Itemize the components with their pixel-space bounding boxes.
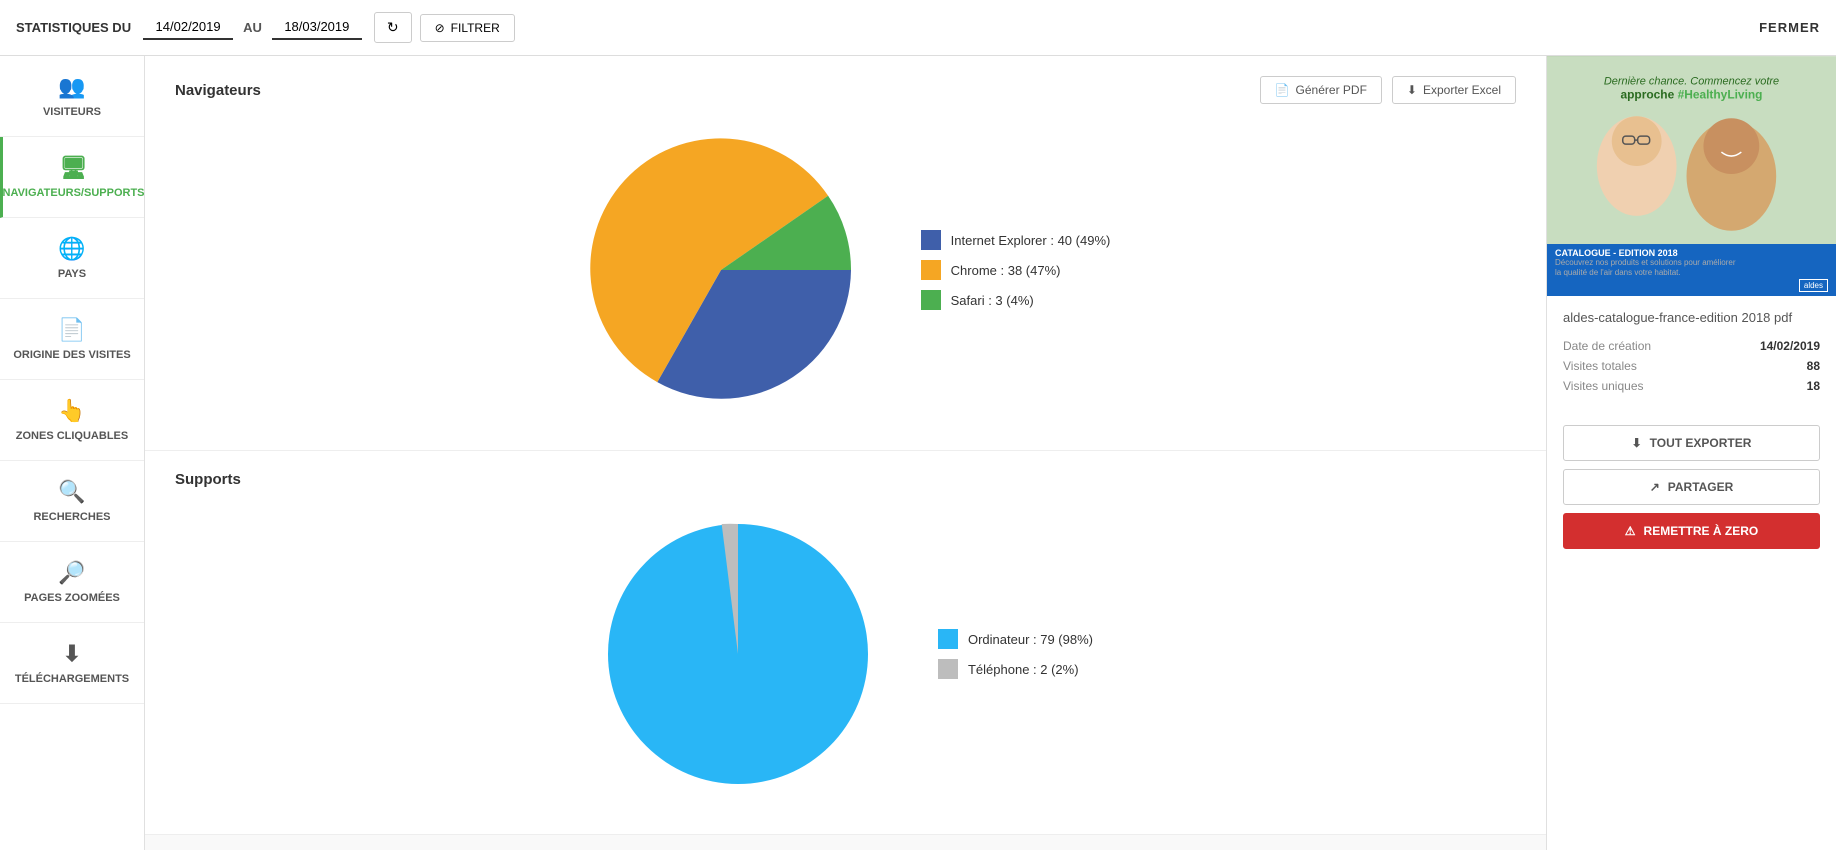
date-creation-value: 14/02/2019: [1760, 339, 1820, 353]
navigateurs-actions: 📄 Générer PDF ⬇ Exporter Excel: [1260, 76, 1516, 104]
svg-text:Dernière chance. Commencez vot: Dernière chance. Commencez votre: [1604, 75, 1779, 87]
sidebar-label-telechargements: TÉLÉCHARGEMENTS: [15, 673, 129, 685]
legend-item-telephone: Téléphone : 2 (2%): [938, 659, 1093, 679]
catalog-edition-label: CATALOGUE - EDITION 2018: [1555, 248, 1828, 258]
generer-pdf-label: Générer PDF: [1296, 83, 1367, 97]
supports-pie-chart: [598, 514, 878, 794]
sidebar-label-zones: ZONES CLIQUABLES: [16, 430, 128, 442]
refresh-button[interactable]: ↻: [374, 12, 412, 43]
share-icon: ↗: [1650, 480, 1660, 494]
sidebar-item-recherches[interactable]: 🔍 RECHERCHES: [0, 461, 144, 542]
monitor-icon: 🖥: [60, 155, 88, 181]
partager-label: PARTAGER: [1668, 480, 1734, 494]
sidebar-label-origine: ORIGINE DES VISITES: [13, 349, 130, 361]
sidebar-label-pays: PAYS: [58, 268, 86, 280]
navigateurs-section: Navigateurs 📄 Générer PDF ⬇ Exporter Exc…: [145, 56, 1546, 451]
legend-color-ordinateur: [938, 629, 958, 649]
meta-visites-totales: Visites totales 88: [1563, 359, 1820, 373]
cursor-icon: 👆: [58, 398, 85, 424]
navigateurs-title: Navigateurs: [175, 82, 261, 99]
warning-icon: ⚠: [1625, 524, 1636, 538]
right-panel: Dernière chance. Commencez votre approch…: [1546, 56, 1836, 850]
legend-item-ie: Internet Explorer : 40 (49%): [921, 230, 1111, 250]
date-creation-label: Date de création: [1563, 339, 1651, 353]
top-bar: STATISTIQUES DU AU ↻ ⊘ FILTRER FERMER: [0, 0, 1836, 56]
filter-button[interactable]: ⊘ FILTRER: [420, 14, 515, 42]
supports-legend: Ordinateur : 79 (98%) Téléphone : 2 (2%): [938, 629, 1093, 679]
legend-color-chrome: [921, 260, 941, 280]
sidebar-item-origine[interactable]: 📄 ORIGINE DES VISITES: [0, 299, 144, 380]
legend-item-safari: Safari : 3 (4%): [921, 290, 1111, 310]
supports-chart-area: Ordinateur : 79 (98%) Téléphone : 2 (2%): [175, 504, 1516, 814]
remettre-zero-label: REMETTRE À ZERO: [1644, 524, 1759, 538]
sidebar-item-visiteurs[interactable]: 👥 VISITEURS: [0, 56, 144, 137]
filter-icon: ⊘: [435, 21, 445, 35]
remettre-zero-button[interactable]: ⚠ REMETTRE À ZERO: [1563, 513, 1820, 549]
navigateurs-header: Navigateurs 📄 Générer PDF ⬇ Exporter Exc…: [175, 76, 1516, 104]
svg-text:approche #HealthyLiving: approche #HealthyLiving: [1621, 87, 1763, 101]
date-from-input[interactable]: [143, 15, 233, 40]
visitors-icon: 👥: [58, 74, 85, 100]
legend-color-safari: [921, 290, 941, 310]
filter-label: FILTRER: [451, 21, 500, 35]
legend-label-chrome: Chrome : 38 (47%): [951, 263, 1061, 278]
close-button[interactable]: FERMER: [1759, 20, 1820, 35]
excel-icon: ⬇: [1407, 83, 1417, 97]
sidebar: 👥 VISITEURS 🖥 NAVIGATEURS/SUPPORTS 🌐 PAY…: [0, 56, 145, 850]
sidebar-label-navigateurs: NAVIGATEURS/SUPPORTS: [3, 187, 145, 199]
catalog-title: aldes-catalogue-france-edition 2018 pdf: [1563, 310, 1820, 325]
sidebar-item-telechargements[interactable]: ⬇ TÉLÉCHARGEMENTS: [0, 623, 144, 704]
globe-icon: 🌐: [58, 236, 85, 262]
legend-label-ie: Internet Explorer : 40 (49%): [951, 233, 1111, 248]
document-icon: 📄: [58, 317, 85, 343]
legend-label-safari: Safari : 3 (4%): [951, 293, 1034, 308]
pdf-icon: 📄: [1275, 83, 1290, 97]
navigateurs-legend: Internet Explorer : 40 (49%) Chrome : 38…: [921, 230, 1111, 310]
visites-uniques-value: 18: [1807, 379, 1820, 393]
legend-item-chrome: Chrome : 38 (47%): [921, 260, 1111, 280]
meta-date-creation: Date de création 14/02/2019: [1563, 339, 1820, 353]
tout-exporter-button[interactable]: ⬇ TOUT EXPORTER: [1563, 425, 1820, 461]
navigateurs-chart-area: Internet Explorer : 40 (49%) Chrome : 38…: [175, 120, 1516, 430]
sidebar-label-visiteurs: VISITEURS: [43, 106, 101, 118]
catalog-meta: Date de création 14/02/2019 Visites tota…: [1563, 339, 1820, 393]
sidebar-item-navigateurs[interactable]: 🖥 NAVIGATEURS/SUPPORTS: [0, 137, 144, 218]
sidebar-item-pages[interactable]: 🔎 PAGES ZOOMÉES: [0, 542, 144, 623]
date-to-input[interactable]: [272, 15, 362, 40]
sidebar-label-pages: PAGES ZOOMÉES: [24, 592, 120, 604]
visites-totales-label: Visites totales: [1563, 359, 1637, 373]
sidebar-item-zones[interactable]: 👆 ZONES CLIQUABLES: [0, 380, 144, 461]
legend-label-telephone: Téléphone : 2 (2%): [968, 662, 1079, 677]
main-content: Navigateurs 📄 Générer PDF ⬇ Exporter Exc…: [145, 56, 1546, 850]
supports-title: Supports: [175, 471, 241, 488]
generer-pdf-button[interactable]: 📄 Générer PDF: [1260, 76, 1382, 104]
navigateurs-pie-chart: [581, 130, 861, 410]
search-icon: 🔍: [58, 479, 85, 505]
partager-button[interactable]: ↗ PARTAGER: [1563, 469, 1820, 505]
catalog-image: Dernière chance. Commencez votre approch…: [1547, 56, 1836, 296]
legend-item-ordinateur: Ordinateur : 79 (98%): [938, 629, 1093, 649]
export-icon: ⬇: [1632, 436, 1642, 450]
tout-exporter-label: TOUT EXPORTER: [1650, 436, 1752, 450]
main-layout: 👥 VISITEURS 🖥 NAVIGATEURS/SUPPORTS 🌐 PAY…: [0, 56, 1836, 850]
exporter-excel-label: Exporter Excel: [1423, 83, 1501, 97]
download-icon: ⬇: [63, 641, 81, 667]
visites-totales-value: 88: [1807, 359, 1820, 373]
supports-section: Supports Ordinateur : 79 (: [145, 451, 1546, 835]
date-separator: AU: [243, 20, 262, 35]
sidebar-item-pays[interactable]: 🌐 PAYS: [0, 218, 144, 299]
catalog-info: aldes-catalogue-france-edition 2018 pdf …: [1547, 296, 1836, 421]
zoom-icon: 🔎: [58, 560, 85, 586]
exporter-excel-button[interactable]: ⬇ Exporter Excel: [1392, 76, 1516, 104]
sidebar-label-recherches: RECHERCHES: [33, 511, 110, 523]
visites-uniques-label: Visites uniques: [1563, 379, 1644, 393]
meta-visites-uniques: Visites uniques 18: [1563, 379, 1820, 393]
legend-label-ordinateur: Ordinateur : 79 (98%): [968, 632, 1093, 647]
legend-color-telephone: [938, 659, 958, 679]
supports-header: Supports: [175, 471, 1516, 488]
legend-color-ie: [921, 230, 941, 250]
stats-label: STATISTIQUES DU: [16, 20, 131, 35]
